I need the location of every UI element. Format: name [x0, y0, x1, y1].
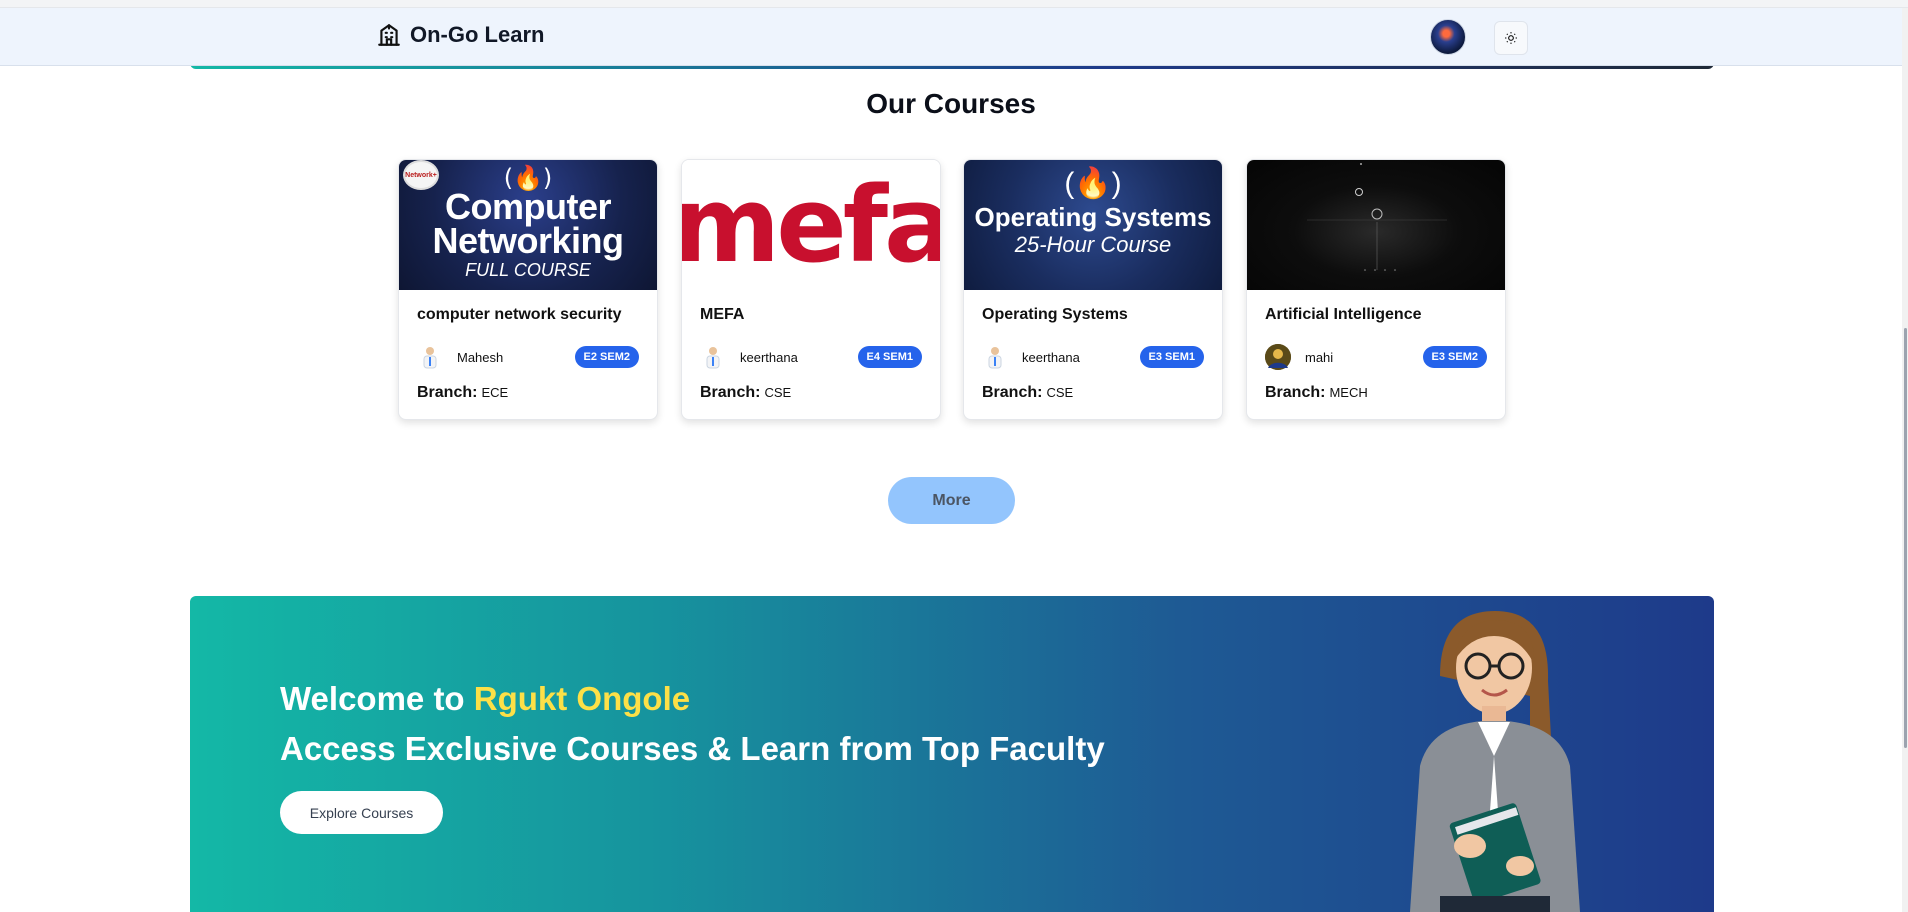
scrollbar-thumb[interactable] — [1904, 328, 1907, 748]
thumb-subtitle: FULL COURSE — [465, 260, 591, 280]
branch-value: ECE — [481, 385, 509, 400]
course-card[interactable]: Artificial Intelligence mahi E3 SEM2 Bra… — [1246, 159, 1506, 420]
branch-info: Branch: CSE — [700, 384, 922, 402]
course-title[interactable]: computer network security — [417, 306, 639, 328]
author-avatar — [1265, 344, 1291, 370]
year-sem-badge: E2 SEM2 — [574, 346, 639, 368]
banner-tagline: Access Exclusive Courses & Learn from To… — [280, 730, 1105, 767]
banner-highlight-text: Rgukt Ongole — [473, 680, 691, 717]
doctor-avatar-icon — [706, 347, 720, 369]
banner-welcome-text: Welcome to — [280, 680, 474, 717]
author-name: keerthana — [740, 349, 798, 365]
doctor-avatar-icon — [423, 347, 437, 369]
doctor-avatar-icon — [988, 347, 1002, 369]
course-thumbnail: (🔥) Operating Systems 25-Hour Course — [964, 160, 1222, 290]
year-sem-badge: E3 SEM1 — [1139, 346, 1204, 368]
branch-value: MECH — [1329, 385, 1368, 400]
user-avatar[interactable] — [1430, 19, 1466, 55]
course-thumbnail — [1247, 160, 1505, 290]
year-sem-badge: E3 SEM2 — [1422, 346, 1487, 368]
branch-value: CSE — [1046, 385, 1074, 400]
browser-top-strip — [0, 0, 1908, 8]
branch-value: CSE — [764, 385, 792, 400]
theme-toggle-button[interactable] — [1494, 21, 1528, 55]
welcome-banner: Welcome to Rgukt Ongole Access Exclusive… — [190, 596, 1714, 912]
mefa-logo-text: mefa — [682, 164, 940, 286]
network-plus-seal: Network+ — [403, 160, 439, 190]
ai-artwork — [1307, 163, 1447, 271]
author-avatar — [982, 344, 1008, 370]
course-title[interactable]: MEFA — [700, 306, 922, 328]
banner-heading: Welcome to Rgukt Ongole — [280, 680, 690, 718]
sun-icon — [1505, 32, 1517, 44]
flame-logo-icon: (🔥) — [1064, 167, 1122, 200]
section-title: Our Courses — [866, 88, 1036, 119]
branch-info: Branch: ECE — [417, 384, 639, 402]
user-photo-icon — [1265, 344, 1291, 370]
thumb-title-line: Computer — [445, 186, 612, 227]
thumb-title-line: Networking — [432, 220, 624, 261]
course-thumbnail: mefa — [682, 160, 940, 290]
branch-label: Branch: — [1265, 384, 1326, 401]
branch-info: Branch: MECH — [1265, 384, 1487, 402]
branch-info: Branch: CSE — [982, 384, 1204, 402]
brand-name: On-Go Learn — [410, 22, 545, 47]
branch-label: Branch: — [700, 384, 761, 401]
branch-label: Branch: — [982, 384, 1043, 401]
course-card[interactable]: Network+ (🔥) Computer Networking FULL CO… — [398, 159, 658, 420]
more-button[interactable]: More — [888, 477, 1015, 524]
course-title[interactable]: Operating Systems — [982, 306, 1204, 328]
year-sem-badge: E4 SEM1 — [857, 346, 922, 368]
teacher-illustration — [1410, 611, 1580, 912]
thumb-title-line: Operating Systems — [974, 202, 1212, 232]
navbar: On-Go Learn — [0, 8, 1902, 66]
author-name: Mahesh — [457, 349, 504, 365]
thumb-subtitle: 25-Hour Course — [1014, 232, 1172, 257]
author-avatar — [700, 344, 726, 370]
course-title[interactable]: Artificial Intelligence — [1265, 306, 1487, 328]
school-building-icon — [378, 24, 400, 46]
brand[interactable]: On-Go Learn — [376, 22, 544, 48]
course-card[interactable]: mefa MEFA keerthana E4 SEM1 Branch: CSE — [681, 159, 941, 420]
branch-label: Branch: — [417, 384, 478, 401]
author-name: mahi — [1305, 349, 1334, 365]
course-thumbnail: Network+ (🔥) Computer Networking FULL CO… — [399, 160, 657, 290]
explore-courses-button[interactable]: Explore Courses — [280, 791, 443, 834]
course-card[interactable]: (🔥) Operating Systems 25-Hour Course Ope… — [963, 159, 1223, 420]
author-name: keerthana — [1022, 349, 1080, 365]
author-avatar — [417, 344, 443, 370]
